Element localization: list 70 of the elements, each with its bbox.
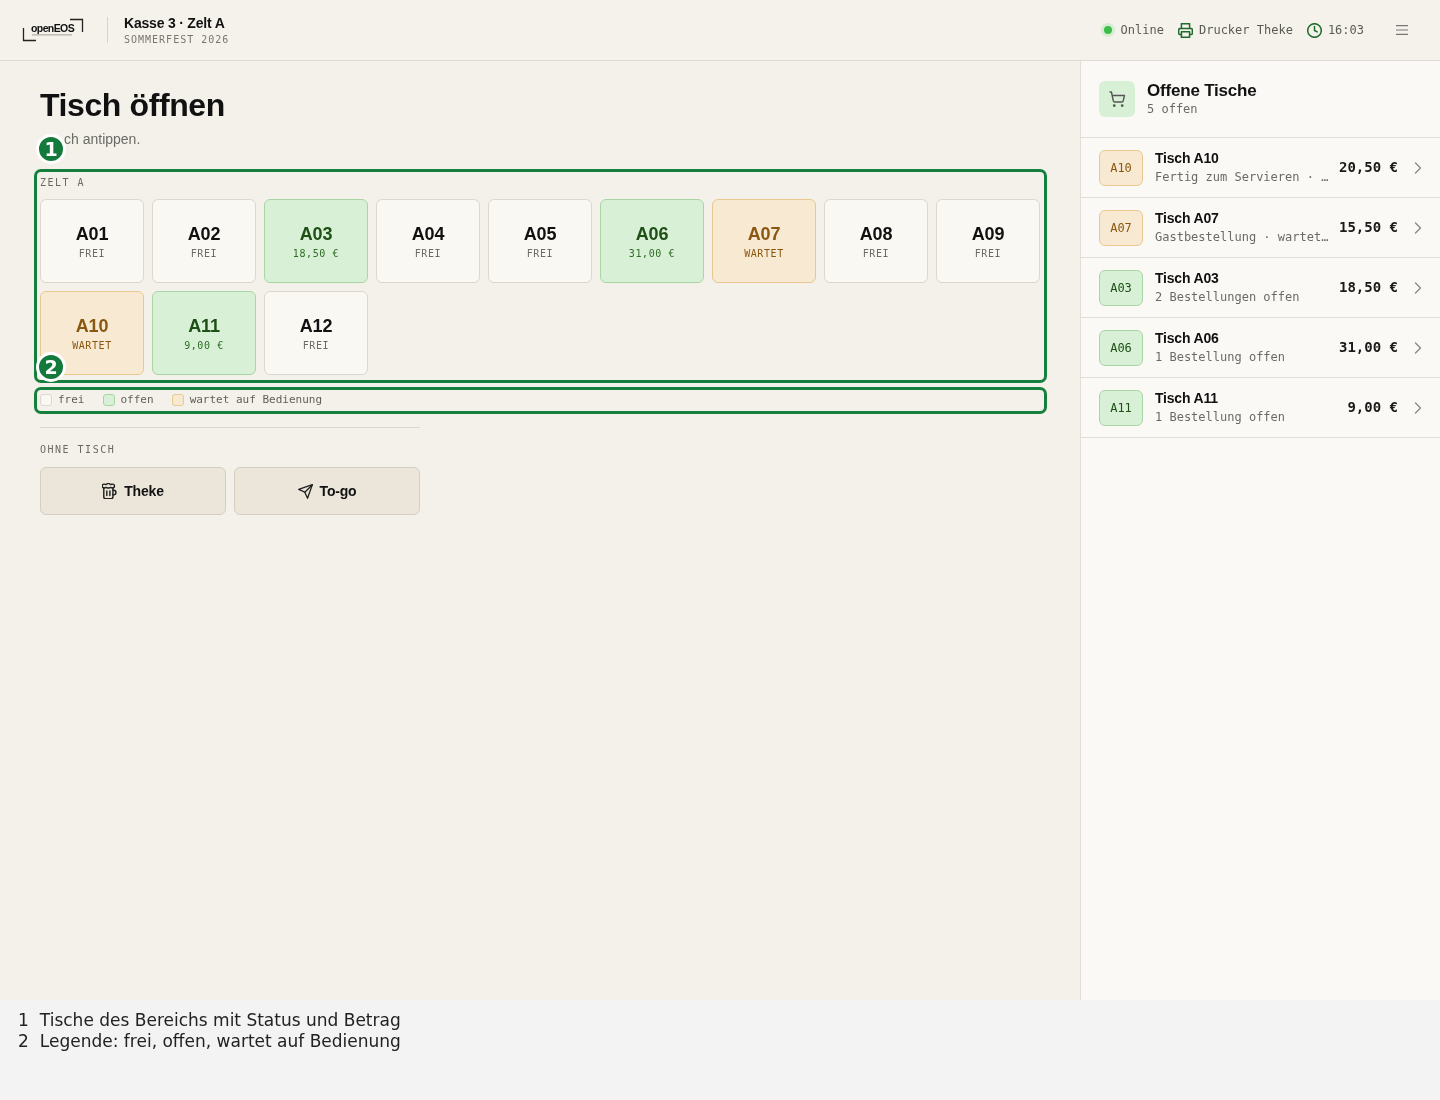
row-detail: 2 Bestellungen offen <box>1155 290 1300 305</box>
chevron-right-icon <box>1414 161 1422 174</box>
open-table-row[interactable]: A11 Tisch A11 1 Bestellung offen 9,00 € <box>1081 378 1440 438</box>
table-tile[interactable]: A03 18,50 € <box>264 199 368 283</box>
register-title: Kasse 3 · Zelt A <box>124 14 226 32</box>
row-title: Tisch A03 <box>1155 270 1219 287</box>
section-label: ZELT A <box>40 176 87 190</box>
row-title: Tisch A11 <box>1155 390 1218 407</box>
printer-icon <box>1177 22 1193 38</box>
caption-number: 2 <box>18 1031 29 1052</box>
cart-icon <box>1099 81 1135 117</box>
open-count: 5 offen <box>1147 102 1199 117</box>
row-title: Tisch A07 <box>1155 210 1219 227</box>
table-tile[interactable]: A07 WARTET <box>712 199 816 283</box>
swatch-icon <box>171 394 184 406</box>
printer-name: Drucker Theke <box>1198 22 1293 38</box>
open-table-row[interactable]: A03 Tisch A03 2 Bestellungen offen 18,50 € <box>1081 258 1440 318</box>
menu-icon <box>1396 25 1408 35</box>
to-go-button[interactable]: To-go <box>234 467 420 515</box>
clock-time: 16:03 <box>1327 22 1364 38</box>
row-amount: 15,50 € <box>1339 219 1398 236</box>
table-badge: A07 <box>1099 209 1143 246</box>
page-subtitle: ch antippen. <box>64 130 141 148</box>
swatch-icon <box>40 394 52 406</box>
chevron-right-icon <box>1414 401 1422 414</box>
caption-text: Tische des Bereichs mit Status und Betrag <box>39 1010 401 1031</box>
table-tile[interactable]: A08 FREI <box>824 199 928 283</box>
chevron-right-icon <box>1414 281 1422 294</box>
table-tile[interactable]: A04 FREI <box>376 199 480 283</box>
connection-status: Online <box>1120 22 1164 38</box>
row-amount: 31,00 € <box>1339 339 1398 356</box>
panel-title: Offene Tische <box>1147 81 1257 100</box>
table-tile[interactable]: A09 FREI <box>936 199 1040 283</box>
caption-number: 1 <box>18 1010 29 1031</box>
row-detail: 1 Bestellung offen <box>1155 410 1286 425</box>
table-badge: A10 <box>1099 149 1143 186</box>
paper-plane-icon <box>297 483 313 499</box>
event-name: SOMMERFEST 2026 <box>124 33 230 46</box>
legend-label: wartet auf Bedienung <box>189 393 323 407</box>
row-detail: Gastbestellung · wartet… <box>1155 230 1329 245</box>
row-amount: 20,50 € <box>1339 159 1398 176</box>
chevron-right-icon <box>1414 221 1422 234</box>
table-tile[interactable]: A02 FREI <box>152 199 256 283</box>
counter-button[interactable]: Theke <box>40 467 226 515</box>
table-badge: A11 <box>1099 389 1143 426</box>
table-tile[interactable]: A01 FREI <box>40 199 144 283</box>
row-detail: 1 Bestellung offen <box>1155 350 1286 365</box>
clock-icon <box>1306 22 1322 38</box>
section-label: OHNE TISCH <box>40 444 117 456</box>
table-badge: A06 <box>1099 329 1143 366</box>
row-title: Tisch A06 <box>1155 330 1219 347</box>
row-amount: 18,50 € <box>1339 279 1398 296</box>
swatch-icon <box>102 394 115 406</box>
table-tile[interactable]: A11 9,00 € <box>152 291 256 375</box>
row-amount: 9,00 € <box>1347 399 1398 416</box>
legend-label: frei <box>58 393 85 407</box>
logo: openEOS <box>22 18 84 42</box>
chevron-right-icon <box>1414 341 1422 354</box>
table-badge: A03 <box>1099 269 1143 306</box>
caption-text: Legende: frei, offen, wartet auf Bedienung <box>39 1031 401 1052</box>
mug-icon <box>102 483 118 499</box>
page-title: Tisch öffnen <box>40 86 225 124</box>
table-tile[interactable]: A06 31,00 € <box>600 199 704 283</box>
legend-label: offen <box>120 393 154 407</box>
table-tile[interactable]: A12 FREI <box>264 291 368 375</box>
row-title: Tisch A10 <box>1155 150 1219 167</box>
row-detail: Fertig zum Servieren · … <box>1155 170 1329 185</box>
status-dot-icon <box>1100 23 1115 37</box>
table-tile[interactable]: A05 FREI <box>488 199 592 283</box>
open-table-row[interactable]: A06 Tisch A06 1 Bestellung offen 31,00 € <box>1081 318 1440 378</box>
